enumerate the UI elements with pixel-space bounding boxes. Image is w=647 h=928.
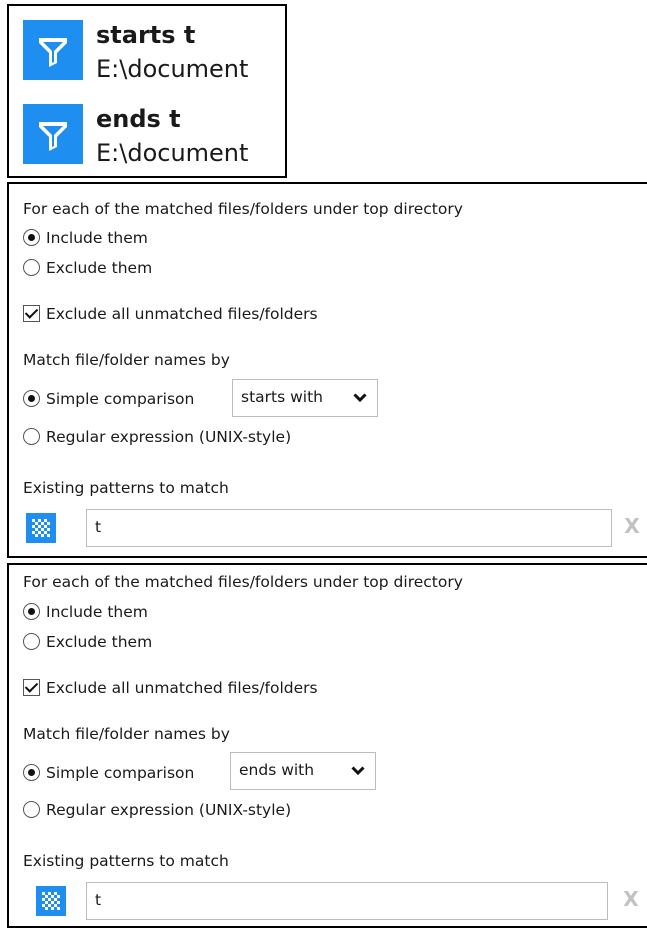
simple-comparison-radio[interactable]: Simple comparison	[23, 762, 194, 784]
pattern-value: t	[95, 891, 102, 909]
radio-button[interactable]	[23, 603, 40, 620]
comparison-value: starts with	[241, 388, 323, 406]
simple-comparison-radio[interactable]: Simple comparison	[23, 388, 194, 410]
comparison-value: ends with	[239, 761, 315, 779]
radio-button[interactable]	[23, 259, 40, 276]
include-them-label: Include them	[46, 603, 148, 621]
include-them-label: Include them	[46, 229, 148, 247]
exclude-unmatched-checkbox[interactable]: Exclude all unmatched files/folders	[23, 303, 318, 325]
filter-item-ends[interactable]: ends t E:\document	[23, 104, 285, 170]
radio-button[interactable]	[23, 428, 40, 445]
checkbox[interactable]	[23, 305, 40, 322]
radio-button[interactable]	[23, 390, 40, 407]
radio-button[interactable]	[23, 801, 40, 818]
exclude-unmatched-label: Exclude all unmatched files/folders	[46, 305, 318, 323]
filter-item-starts[interactable]: starts t E:\document	[23, 20, 285, 86]
filter-settings-panel: For each of the matched files/folders un…	[7, 563, 647, 928]
regex-radio[interactable]: Regular expression (UNIX-style)	[23, 799, 291, 821]
scope-heading: For each of the matched files/folders un…	[23, 200, 463, 218]
exclude-them-label: Exclude them	[46, 259, 153, 277]
filter-path: E:\document	[96, 139, 249, 167]
checkbox[interactable]	[23, 679, 40, 696]
scope-heading: For each of the matched files/folders un…	[23, 573, 463, 591]
simple-comparison-label: Simple comparison	[46, 390, 195, 408]
chevron-down-icon	[353, 393, 367, 403]
remove-x-icon[interactable]: X	[620, 887, 642, 911]
exclude-them-radio[interactable]: Exclude them	[23, 257, 152, 279]
pattern-field[interactable]: t	[86, 882, 608, 920]
match-heading: Match file/folder names by	[23, 351, 230, 369]
match-heading: Match file/folder names by	[23, 725, 230, 743]
exclude-unmatched-label: Exclude all unmatched files/folders	[46, 679, 318, 697]
include-them-radio[interactable]: Include them	[23, 601, 148, 623]
regex-label: Regular expression (UNIX-style)	[46, 428, 292, 446]
chevron-down-icon	[351, 766, 365, 776]
regex-label: Regular expression (UNIX-style)	[46, 801, 292, 819]
funnel-icon	[23, 20, 83, 80]
patterns-heading: Existing patterns to match	[23, 852, 229, 870]
filter-settings-panel: For each of the matched files/folders un…	[7, 182, 647, 558]
filter-path: E:\document	[96, 55, 249, 83]
exclude-them-label: Exclude them	[46, 633, 153, 651]
radio-button[interactable]	[23, 764, 40, 781]
exclude-them-radio[interactable]: Exclude them	[23, 631, 152, 653]
radio-button[interactable]	[23, 633, 40, 650]
pattern-value: t	[95, 518, 102, 536]
checkered-pattern-icon	[26, 513, 56, 543]
exclude-unmatched-checkbox[interactable]: Exclude all unmatched files/folders	[23, 677, 318, 699]
filter-name: starts t	[96, 21, 196, 49]
include-them-radio[interactable]: Include them	[23, 227, 148, 249]
filter-list: starts t E:\document ends t E:\document	[7, 4, 287, 178]
comparison-dropdown[interactable]: ends with	[230, 752, 376, 790]
comparison-dropdown[interactable]: starts with	[232, 379, 378, 417]
funnel-icon	[23, 104, 83, 164]
simple-comparison-label: Simple comparison	[46, 764, 195, 782]
filter-name: ends t	[96, 105, 181, 133]
regex-radio[interactable]: Regular expression (UNIX-style)	[23, 426, 291, 448]
radio-button[interactable]	[23, 229, 40, 246]
remove-x-icon[interactable]: X	[621, 514, 643, 538]
checkered-pattern-icon	[36, 886, 66, 916]
patterns-heading: Existing patterns to match	[23, 479, 229, 497]
pattern-field[interactable]: t	[86, 509, 612, 547]
